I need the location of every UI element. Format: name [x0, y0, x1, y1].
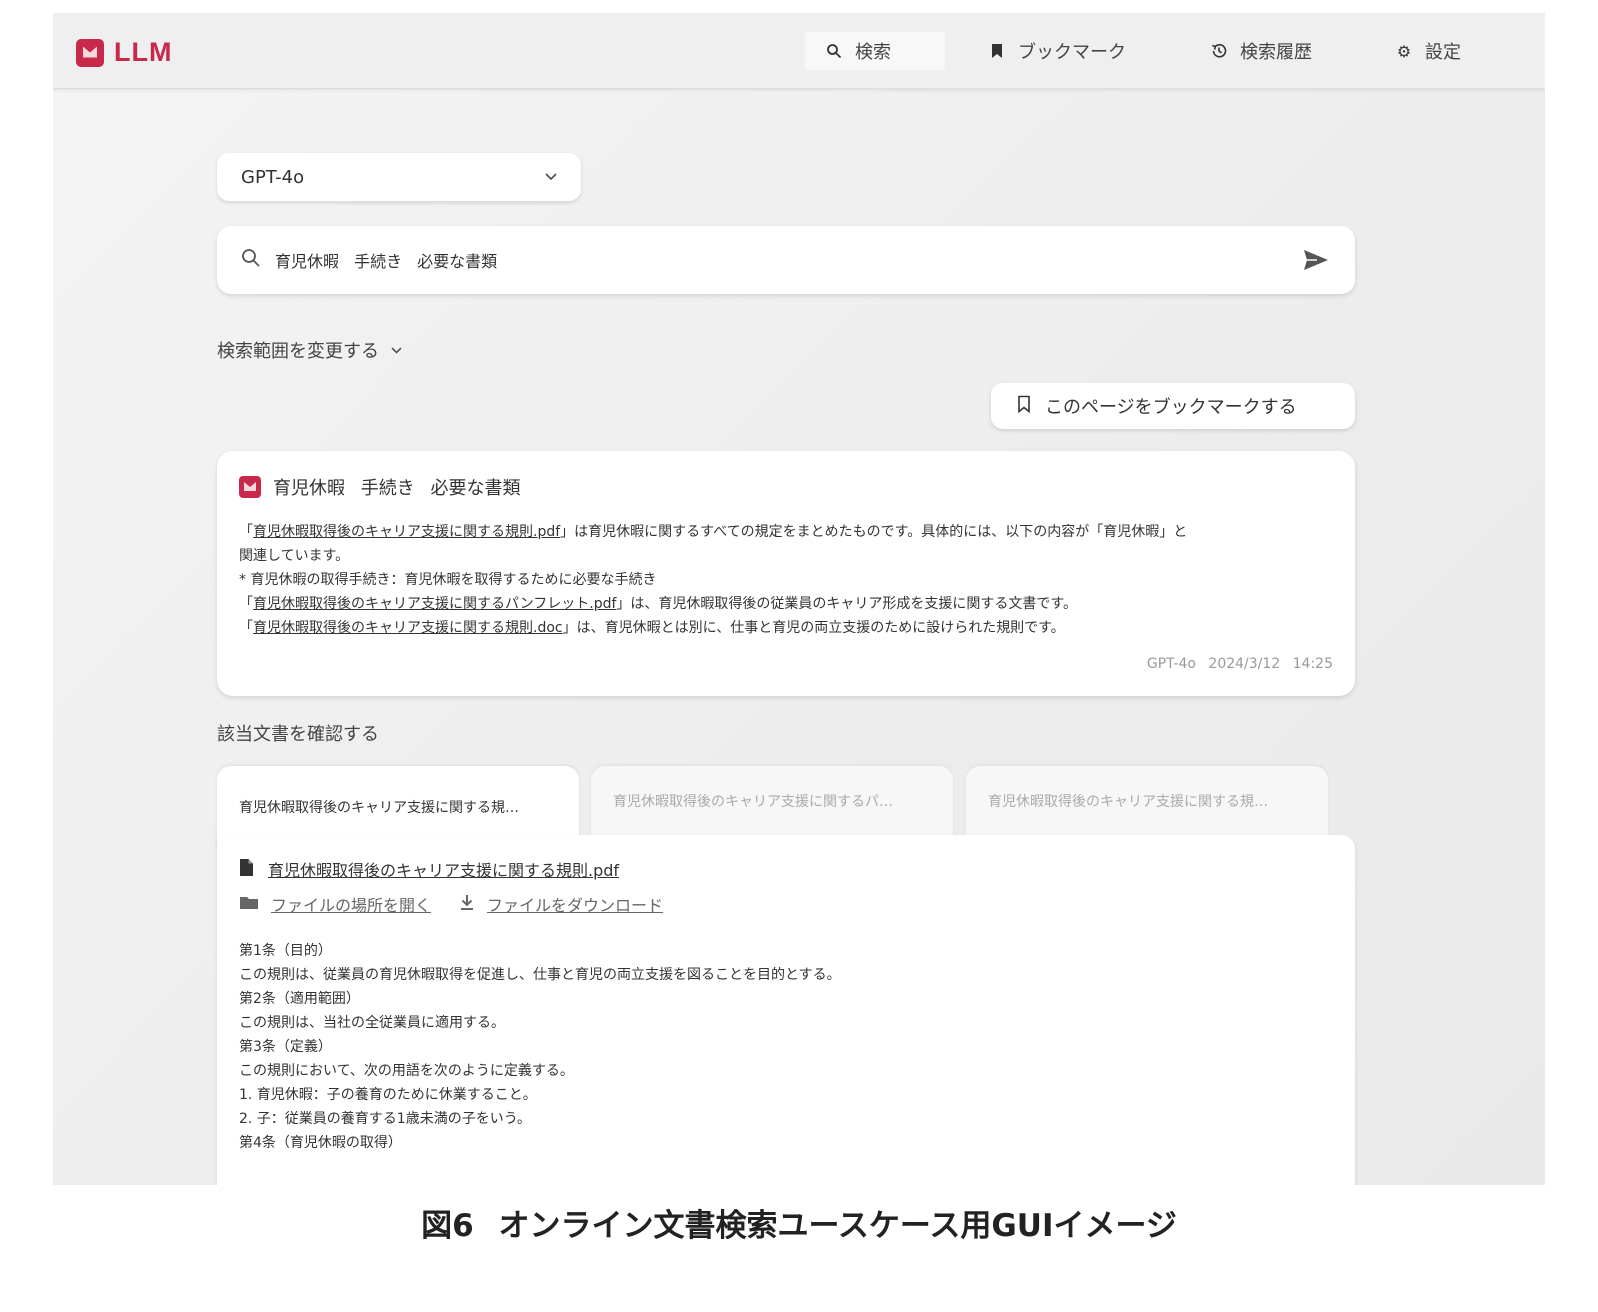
send-icon[interactable] — [1301, 245, 1331, 275]
bookmark-outline-icon — [1017, 395, 1031, 418]
figure-caption: 図6 オンライン文書検索ユースケース用GUIイメージ — [421, 1208, 1177, 1244]
answer-text: 「 — [239, 620, 253, 636]
answer-meta: GPT-4o 2024/3/12 14:25 — [1146, 656, 1333, 672]
document-panel: 育児休暇取得後のキャリア支援に関する規則.pdf ファイルの場所を開く ファイル… — [217, 835, 1355, 1185]
answer-text: 」は育児休暇に関するすべての規定をまとめたものです。具体的には、以下の内容が「育… — [560, 524, 1188, 540]
chevron-down-icon — [545, 169, 557, 185]
nav-settings[interactable]: ⚙ 設定 — [1375, 32, 1481, 70]
bookmark-page-label: このページをブックマークする — [1045, 397, 1297, 418]
nav-settings-label: 設定 — [1425, 42, 1461, 63]
answer-text: 」は、育児休暇とは別に、仕事と育児の両立支援のために設けられた規則です。 — [562, 620, 1065, 636]
answer-title: 育児休暇 手続き 必要な書類 — [273, 478, 521, 499]
search-scope-label: 検索範囲を変更する — [217, 341, 379, 362]
search-scope-toggle[interactable]: 検索範囲を変更する — [217, 337, 402, 363]
nav-search[interactable]: 検索 — [805, 32, 945, 70]
search-bar — [217, 226, 1355, 294]
logo-mark-icon — [76, 38, 104, 67]
document-line: 第1条（目的） — [239, 943, 332, 959]
document-line: 第4条（育児休暇の取得） — [239, 1135, 402, 1151]
answer-line: 「育児休暇取得後のキャリア支援に関する規則.doc」は、育児休暇とは別に、仕事と… — [239, 616, 1333, 640]
answer-text: 関連しています。 — [239, 548, 350, 564]
answer-text: 「 — [239, 596, 253, 612]
nav-bookmark-label: ブックマーク — [1018, 42, 1126, 63]
nav-search-label: 検索 — [855, 42, 891, 63]
top-navigation-bar: LLM 検索 ブックマーク 検索履歴 ⚙ 設定 — [53, 13, 1545, 89]
answer-body: 「育児休暇取得後のキャリア支援に関する規則.pdf」は育児休暇に関するすべての規… — [239, 520, 1333, 640]
document-line: この規則は、当社の全従業員に適用する。 — [239, 1015, 505, 1031]
nav-history[interactable]: 検索履歴 — [1190, 32, 1332, 70]
search-icon — [241, 248, 261, 273]
document-line: この規則において、次の用語を次のように定義する。 — [239, 1063, 574, 1079]
search-icon — [825, 42, 843, 60]
open-location-link[interactable]: ファイルの場所を開く — [239, 892, 431, 916]
answer-card: 育児休暇 手続き 必要な書類 「育児休暇取得後のキャリア支援に関する規則.pdf… — [217, 451, 1355, 696]
document-line: 1. 育児休暇：子の養育のために休業すること。 — [239, 1087, 537, 1103]
document-file-link[interactable]: 育児休暇取得後のキャリア支援に関する規則.pdf — [239, 857, 619, 881]
document-actions: ファイルの場所を開く ファイルをダウンロード — [239, 892, 691, 916]
document-file-name: 育児休暇取得後のキャリア支援に関する規則.pdf — [268, 861, 620, 880]
documents-heading: 該当文書を確認する — [217, 724, 379, 745]
document-line: この規則は、従業員の育児休暇取得を促進し、仕事と育児の両立支援を図ることを目的と… — [239, 967, 841, 983]
document-link[interactable]: 育児休暇取得後のキャリア支援に関するパンフレット.pdf — [253, 596, 616, 612]
folder-icon — [239, 895, 259, 914]
bookmark-page-button[interactable]: このページをブックマークする — [991, 383, 1355, 429]
answer-text: * 育児休暇の取得手続き：育児休暇を取得するために必要な手続き — [239, 572, 657, 588]
download-label: ファイルをダウンロード — [487, 896, 664, 915]
download-link[interactable]: ファイルをダウンロード — [459, 892, 663, 916]
answer-line: 関連しています。 — [239, 544, 1333, 568]
gear-icon: ⚙ — [1396, 41, 1412, 61]
document-link[interactable]: 育児休暇取得後のキャリア支援に関する規則.doc — [253, 620, 563, 636]
document-line: 第2条（適用範囲） — [239, 991, 360, 1007]
search-input[interactable] — [275, 250, 1301, 270]
logo-text: LLM — [114, 37, 173, 67]
answer-line: 「育児休暇取得後のキャリア支援に関するパンフレット.pdf」は、育児休暇取得後の… — [239, 592, 1333, 616]
document-tab-2[interactable]: 育児休暇取得後のキャリア支援に関するパ… — [591, 766, 953, 836]
file-icon — [239, 858, 254, 881]
history-icon — [1210, 42, 1228, 60]
nav-bookmark[interactable]: ブックマーク — [968, 32, 1146, 70]
answer-line: 「育児休暇取得後のキャリア支援に関する規則.pdf」は育児休暇に関するすべての規… — [239, 520, 1333, 544]
bookmark-icon — [988, 42, 1006, 60]
open-location-label: ファイルの場所を開く — [271, 896, 432, 915]
download-icon — [459, 894, 475, 915]
model-select-dropdown[interactable]: GPT-4o — [217, 153, 581, 201]
chevron-down-icon — [391, 343, 402, 358]
answer-text: 」は、育児休暇取得後の従業員のキャリア形成を支援に関する文書です。 — [616, 596, 1078, 612]
answer-text: 「 — [239, 524, 253, 540]
answer-header: 育児休暇 手続き 必要な書類 — [239, 474, 520, 500]
answer-line: * 育児休暇の取得手続き：育児休暇を取得するために必要な手続き — [239, 568, 1333, 592]
document-tab-3[interactable]: 育児休暇取得後のキャリア支援に関する規… — [966, 766, 1328, 836]
model-select-value: GPT-4o — [241, 166, 305, 188]
llm-logo-icon — [239, 476, 261, 498]
document-line: 第3条（定義） — [239, 1039, 332, 1055]
document-line: 2. 子：従業員の養育する1歳未満の子をいう。 — [239, 1111, 531, 1127]
app-logo[interactable]: LLM — [76, 37, 172, 68]
document-link[interactable]: 育児休暇取得後のキャリア支援に関する規則.pdf — [253, 524, 560, 540]
nav-history-label: 検索履歴 — [1240, 42, 1312, 63]
app-window: LLM 検索 ブックマーク 検索履歴 ⚙ 設定 GPT-4o 育児休暇 手続き … — [53, 13, 1545, 1185]
document-content: 第1条（目的） この規則は、従業員の育児休暇取得を促進し、仕事と育児の両立支援を… — [239, 939, 841, 1155]
